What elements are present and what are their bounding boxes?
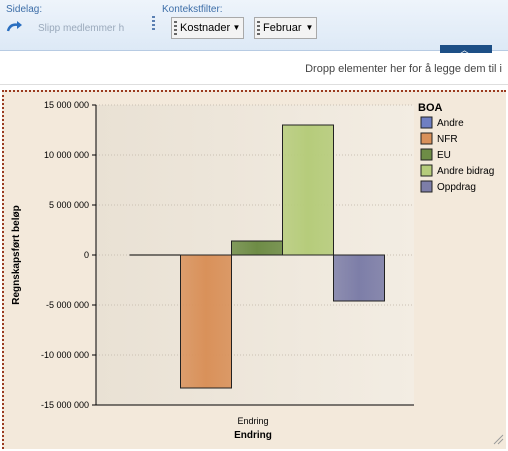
legend-label: Andre [437,118,464,129]
bar-nfr[interactable] [180,254,232,389]
legend-label: Andre bidrag [437,166,494,177]
y-tick-label: 10 000 000 [44,150,89,160]
legend-swatch [420,148,433,161]
y-axis-title: Regnskapsført beløp [11,205,22,304]
legend-label: EU [437,150,451,161]
x-axis-title: Endring [234,430,272,441]
legend-swatch [420,180,433,193]
bar-eu[interactable] [231,240,283,256]
bar-andre-bidrag[interactable] [282,124,334,256]
legend-title: BOA [418,102,443,114]
y-tick-label: -5 000 000 [46,300,89,310]
resize-grip-icon[interactable] [493,434,504,445]
x-tick-label: Endring [237,416,268,426]
legend-swatch [420,132,433,145]
legend-swatch [420,116,433,129]
y-tick-label: -10 000 000 [41,350,89,360]
y-tick-label: 5 000 000 [49,200,89,210]
bar-chart: 15 000 000 10 000 000 5 000 000 0 -5 000 000… [11,100,504,445]
legend-swatch [420,164,433,177]
y-tick-label: 15 000 000 [44,100,89,110]
y-tick-label: 0 [84,250,89,260]
bar-oppdrag[interactable] [333,254,385,302]
y-tick-label: -15 000 000 [41,400,89,410]
legend-label: Oppdrag [437,182,476,193]
legend-label: NFR [437,134,458,145]
